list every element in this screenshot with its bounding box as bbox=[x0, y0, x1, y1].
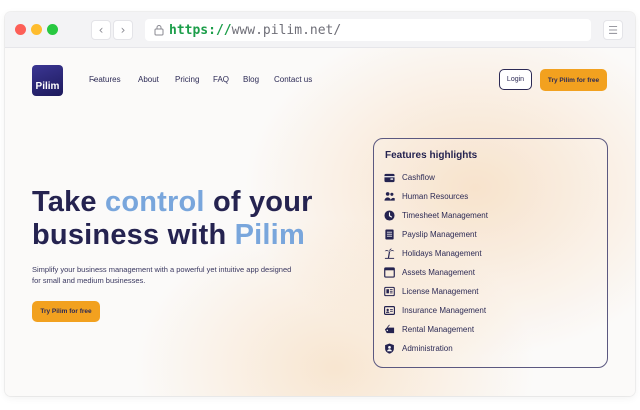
shield-user-icon bbox=[385, 342, 394, 354]
clock-icon bbox=[384, 209, 395, 221]
minimize-window-button[interactable] bbox=[31, 24, 42, 35]
url-text: www.pilim.net/ bbox=[231, 22, 342, 38]
license-icon bbox=[384, 286, 395, 296]
feature-label: Cashflow bbox=[402, 172, 435, 182]
nav-about[interactable]: About bbox=[138, 75, 159, 84]
window-icon bbox=[384, 266, 395, 278]
pilim-logo[interactable]: Pilim bbox=[32, 65, 63, 96]
chevron-down-icon: ⌄ bbox=[91, 75, 97, 83]
feature-assets[interactable]: Assets Management bbox=[384, 265, 475, 279]
browser-window: ‹ › https://www.pilim.net/ ☰ Pilim Featu… bbox=[5, 12, 635, 396]
hero-headline: Take control of your business with Pilim bbox=[32, 186, 352, 252]
menu-icon: ☰ bbox=[608, 23, 618, 37]
nav-pricing[interactable]: Pricing bbox=[175, 75, 199, 84]
feature-payslip[interactable]: Payslip Management bbox=[384, 227, 477, 241]
feature-holidays[interactable]: Holidays Management bbox=[384, 246, 482, 260]
features-highlights-card: Features highlights Cashflow Human Resou… bbox=[373, 138, 608, 368]
users-icon bbox=[384, 191, 395, 201]
feature-cashflow[interactable]: Cashflow bbox=[384, 170, 435, 184]
features-title: Features highlights bbox=[385, 150, 478, 161]
feature-rental[interactable]: Rental Management bbox=[384, 322, 474, 336]
chevron-right-icon: › bbox=[120, 23, 126, 37]
feature-label: License Management bbox=[402, 286, 479, 296]
feature-label: Holidays Management bbox=[402, 248, 482, 258]
headline-accent: control bbox=[105, 186, 205, 218]
feature-human-resources[interactable]: Human Resources bbox=[384, 189, 468, 203]
feature-label: Assets Management bbox=[402, 267, 475, 277]
logo-text: Pilim bbox=[35, 81, 60, 92]
login-button[interactable]: Login bbox=[499, 69, 532, 90]
web-page: Pilim Features ⌄ About Pricing FAQ Blog C… bbox=[5, 48, 635, 396]
feature-label: Payslip Management bbox=[402, 229, 477, 239]
tag-icon bbox=[384, 324, 395, 333]
headline-text: of your bbox=[204, 186, 313, 218]
wallet-icon bbox=[384, 173, 395, 182]
feature-label: Human Resources bbox=[402, 191, 469, 201]
back-button[interactable]: ‹ bbox=[91, 20, 111, 40]
lock-icon bbox=[154, 25, 164, 36]
feature-insurance[interactable]: Insurance Management bbox=[384, 303, 486, 317]
try-free-button-hero[interactable]: Try Pilim for free bbox=[32, 301, 100, 322]
browser-toolbar: ‹ › https://www.pilim.net/ ☰ bbox=[5, 12, 635, 48]
maximize-window-button[interactable] bbox=[47, 24, 58, 35]
feature-label: Timesheet Management bbox=[402, 210, 488, 220]
browser-menu-button[interactable]: ☰ bbox=[603, 20, 623, 40]
headline-text: Take bbox=[32, 186, 106, 218]
feature-label: Administration bbox=[402, 343, 453, 353]
feature-administration[interactable]: Administration bbox=[384, 341, 453, 355]
hero-subtitle: Simplify your business management with a… bbox=[32, 265, 292, 285]
nav-blog[interactable]: Blog bbox=[243, 75, 259, 84]
feature-timesheet[interactable]: Timesheet Management bbox=[384, 208, 488, 222]
close-window-button[interactable] bbox=[15, 24, 26, 35]
address-bar[interactable]: https://www.pilim.net/ bbox=[145, 19, 591, 41]
headline-text: business with bbox=[32, 219, 235, 251]
headline-accent: Pilim bbox=[234, 219, 305, 251]
id-card-icon bbox=[384, 305, 395, 315]
feature-label: Rental Management bbox=[402, 324, 475, 334]
chevron-left-icon: ‹ bbox=[98, 23, 104, 37]
document-icon bbox=[385, 228, 394, 240]
feature-label: Insurance Management bbox=[402, 305, 487, 315]
palm-tree-icon bbox=[384, 248, 395, 259]
feature-license[interactable]: License Management bbox=[384, 284, 479, 298]
url-protocol: https:// bbox=[169, 22, 232, 38]
forward-button[interactable]: › bbox=[113, 20, 133, 40]
nav-contact[interactable]: Contact us bbox=[274, 75, 312, 84]
nav-faq[interactable]: FAQ bbox=[213, 75, 229, 84]
try-free-button-header[interactable]: Try Pilim for free bbox=[540, 69, 607, 91]
